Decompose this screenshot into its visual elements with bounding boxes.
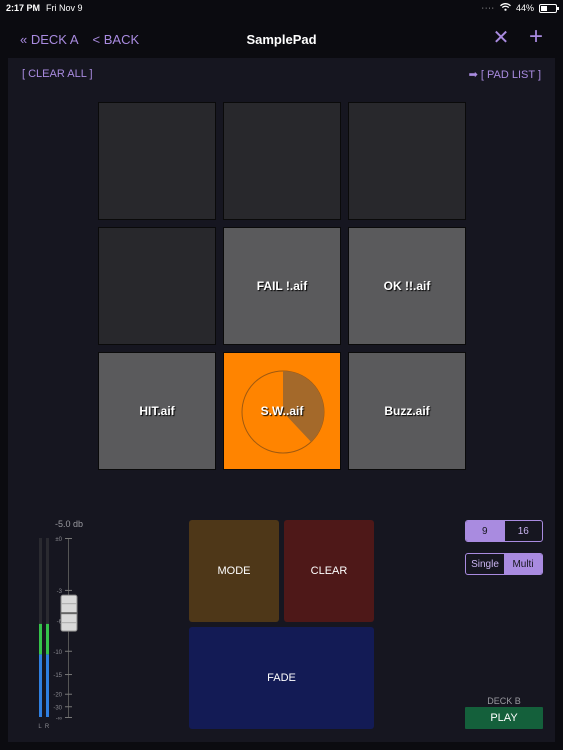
pad-grid: FAIL !.aif OK !!.aif HIT.aif S.W..aif Buzz.a… (98, 102, 466, 470)
meter-bar-left-high (39, 623, 42, 655)
fade-button[interactable]: FADE (189, 627, 374, 729)
meter-tick-label: -∞ (56, 716, 62, 722)
pad-label: HIT.aif (139, 404, 175, 418)
grid-size-selector: 9 16 (465, 520, 543, 542)
battery-percent: 44% (515, 3, 534, 13)
wifi-icon (500, 3, 511, 13)
status-date: Fri Nov 9 (46, 3, 83, 13)
meter-tick-label: -15 (53, 673, 62, 679)
pad-8[interactable]: S.W..aif (223, 352, 341, 470)
meter-tick-label: -10 (53, 650, 62, 656)
pad-6[interactable]: OK !!.aif (348, 227, 466, 345)
pad-9[interactable]: Buzz.aif (348, 352, 466, 470)
meter-tick-label: -3 (57, 589, 63, 595)
pad-label: FAIL !.aif (256, 279, 308, 293)
play-mode-multi[interactable]: Multi (504, 554, 542, 574)
deck-b-label: DECK B (487, 696, 521, 706)
pad-2[interactable] (223, 102, 341, 220)
meter-tick (65, 538, 72, 539)
play-mode-selector: Single Multi (465, 553, 543, 575)
pad-1[interactable] (98, 102, 216, 220)
grid-size-16[interactable]: 16 (503, 521, 543, 541)
meter-tick (65, 674, 72, 676)
meter-tick-label: -30 (53, 705, 62, 711)
pad-label: OK !!.aif (383, 279, 431, 293)
signal-icon: ···· (481, 4, 495, 12)
meter-bar-left-low (39, 654, 42, 717)
mode-button[interactable]: MODE (189, 520, 279, 622)
status-right: ···· 44% (481, 3, 559, 13)
channel-label: L (38, 724, 42, 730)
play-mode-single[interactable]: Single (466, 554, 504, 574)
nav-bar: « DECK A < BACK SamplePad ✕ + (0, 18, 563, 58)
meter-tick (65, 650, 72, 652)
meter-tick (65, 589, 72, 591)
pad-4[interactable] (98, 227, 216, 345)
gain-label: -5.0 db (55, 519, 84, 529)
meter-tick-label: ±0 (55, 537, 62, 543)
status-bar: 2:17 PM Fri Nov 9 ···· 44% (0, 0, 563, 18)
pad-list-button[interactable]: ➡ [ PAD LIST ] (469, 68, 541, 81)
clear-button[interactable]: CLEAR (284, 520, 374, 622)
pad-7[interactable]: HIT.aif (98, 352, 216, 470)
pad-3[interactable] (348, 102, 466, 220)
close-icon[interactable]: ✕ (491, 28, 511, 48)
status-time: 2:17 PM (6, 3, 41, 13)
fader-grip (61, 622, 77, 624)
plus-icon[interactable]: + (525, 25, 547, 49)
page-title: SamplePad (246, 32, 317, 47)
meter-tick (65, 693, 72, 695)
fader-grip (61, 603, 77, 605)
battery-icon (539, 3, 559, 13)
meter-bar-right-high (46, 623, 49, 655)
meter-tick (65, 706, 72, 708)
fader-grip (61, 612, 77, 615)
deck-b-play-button[interactable]: PLAY (465, 707, 543, 729)
channel-label: R (45, 724, 50, 730)
clear-all-button[interactable]: [ CLEAR ALL ] (22, 68, 93, 80)
meter-bar-right-low (46, 654, 49, 717)
meter-tick (65, 717, 72, 718)
grid-size-9[interactable]: 9 (466, 521, 504, 541)
pad-label: S.W..aif (260, 404, 304, 418)
meter-tick-label: -20 (53, 693, 62, 699)
level-meter: ±0-3-6-10-15-20-30-∞L R (38, 537, 78, 730)
pad-5[interactable]: FAIL !.aif (223, 227, 341, 345)
pad-label: Buzz.aif (384, 404, 430, 418)
